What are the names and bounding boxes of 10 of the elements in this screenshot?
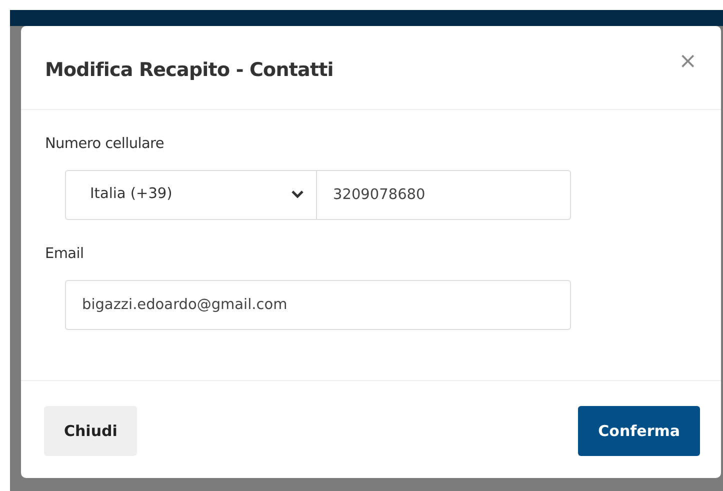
close-text-button[interactable]: Chiudi [44,406,138,456]
field-label: Email [45,244,85,264]
country-select[interactable]: Italia (+39) [65,170,317,220]
field-label: Numero cellulare [45,135,166,154]
confirm-button[interactable]: Conferma [578,406,700,456]
dialog-title: Modifica Recapito - Contatti [45,59,334,82]
phone-input[interactable]: 3209078680 [317,170,571,220]
email-input[interactable]: bigazzi.edoardo@gmail.com [65,280,571,330]
chevron-down-icon [291,190,304,200]
close-button[interactable]: × [678,50,697,72]
